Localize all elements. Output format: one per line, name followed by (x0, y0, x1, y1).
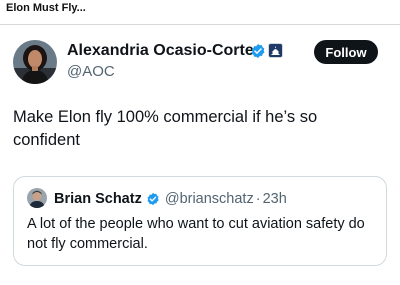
tweet-text: Make Elon fly 100% commercial if he’s so… (13, 108, 318, 149)
author-name[interactable]: Alexandria Ocasio-Cortez (67, 42, 262, 60)
quote-text: A lot of the people who want to cut avia… (27, 216, 365, 252)
quote-author-handle[interactable]: @brianschatz (165, 191, 254, 207)
follow-button[interactable]: Follow (314, 40, 378, 64)
page-title: Elon Must Fly... (6, 2, 86, 14)
author-avatar[interactable] (13, 40, 57, 84)
quote-verified-badge-icon (146, 192, 160, 206)
quote-author-name[interactable]: Brian Schatz (54, 191, 142, 207)
quote-timestamp[interactable]: 23h (263, 191, 287, 207)
capitol-affiliation-icon[interactable] (268, 43, 283, 58)
quote-author-avatar[interactable] (27, 188, 47, 208)
verified-badge-icon (250, 43, 266, 59)
author-handle[interactable]: @AOC (67, 63, 115, 80)
quote-header: Brian Schatz @brianschatz · 23h (54, 189, 287, 209)
quote-separator: · (255, 191, 261, 207)
quoted-tweet[interactable]: Brian Schatz @brianschatz · 23h A lot of… (13, 176, 387, 266)
